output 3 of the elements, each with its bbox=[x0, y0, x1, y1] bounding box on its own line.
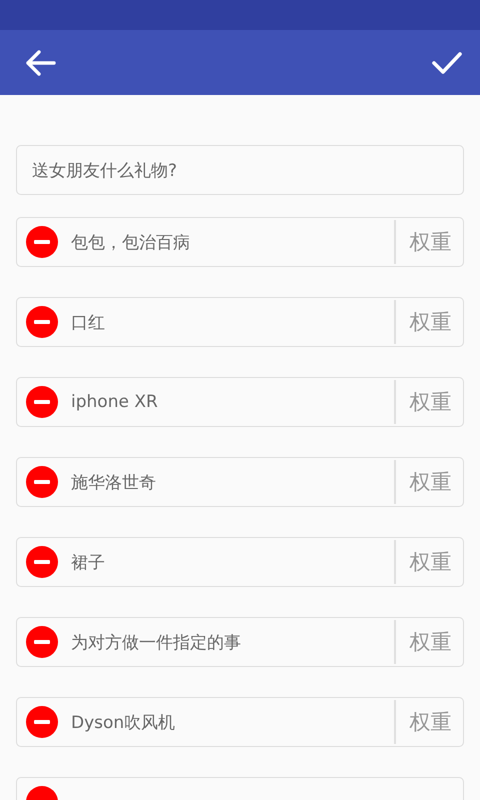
question-input[interactable]: 送女朋友什么礼物? bbox=[16, 145, 464, 195]
back-arrow-icon bbox=[24, 48, 56, 76]
checkmark-icon bbox=[432, 52, 462, 74]
